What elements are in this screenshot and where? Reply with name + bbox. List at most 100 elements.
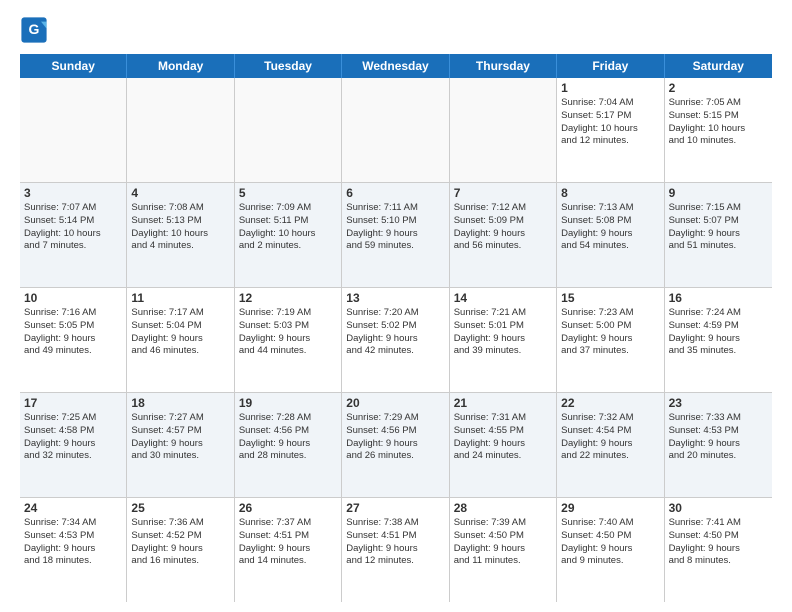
day-cell-19: 19 Sunrise: 7:28 AMSunset: 4:56 PMDayligh… <box>235 393 342 497</box>
cell-info: Sunrise: 7:08 AMSunset: 5:13 PMDaylight:… <box>131 202 229 253</box>
cell-info: Sunrise: 7:09 AMSunset: 5:11 PMDaylight:… <box>239 202 337 253</box>
day-number: 24 <box>24 501 122 515</box>
weekday-header-thursday: Thursday <box>450 54 557 78</box>
day-number: 13 <box>346 291 444 305</box>
day-cell-28: 28 Sunrise: 7:39 AMSunset: 4:50 PMDayligh… <box>450 498 557 602</box>
day-cell-24: 24 Sunrise: 7:34 AMSunset: 4:53 PMDayligh… <box>20 498 127 602</box>
cell-info: Sunrise: 7:31 AMSunset: 4:55 PMDaylight:… <box>454 412 552 463</box>
weekday-header-sunday: Sunday <box>20 54 127 78</box>
cell-info: Sunrise: 7:38 AMSunset: 4:51 PMDaylight:… <box>346 517 444 568</box>
day-cell-11: 11Sunrise: 7:17 AMSunset: 5:04 PMDayligh… <box>127 288 234 392</box>
weekday-header-tuesday: Tuesday <box>235 54 342 78</box>
cell-info: Sunrise: 7:29 AMSunset: 4:56 PMDaylight:… <box>346 412 444 463</box>
day-cell-6: 6Sunrise: 7:11 AMSunset: 5:10 PMDaylight… <box>342 183 449 287</box>
day-number: 1 <box>561 81 659 95</box>
cell-info: Sunrise: 7:34 AMSunset: 4:53 PMDaylight:… <box>24 517 122 568</box>
cell-info: Sunrise: 7:32 AMSunset: 4:54 PMDaylight:… <box>561 412 659 463</box>
day-number: 26 <box>239 501 337 515</box>
cell-info: Sunrise: 7:25 AMSunset: 4:58 PMDaylight:… <box>24 412 122 463</box>
day-number: 17 <box>24 396 122 410</box>
empty-cell <box>127 78 234 182</box>
day-number: 5 <box>239 186 337 200</box>
day-cell-3: 3Sunrise: 7:07 AMSunset: 5:14 PMDaylight… <box>20 183 127 287</box>
day-number: 4 <box>131 186 229 200</box>
weekday-header-wednesday: Wednesday <box>342 54 449 78</box>
day-number: 30 <box>669 501 768 515</box>
day-number: 15 <box>561 291 659 305</box>
logo-icon: G <box>20 16 48 44</box>
header: G <box>20 16 772 44</box>
logo: G <box>20 16 50 44</box>
day-cell-1: 1 Sunrise: 7:04 AMSunset: 5:17 PMDaylight… <box>557 78 664 182</box>
day-number: 18 <box>131 396 229 410</box>
day-cell-4: 4 Sunrise: 7:08 AMSunset: 5:13 PMDaylight… <box>127 183 234 287</box>
weekday-header-monday: Monday <box>127 54 234 78</box>
day-number: 10 <box>24 291 122 305</box>
weekday-header-saturday: Saturday <box>665 54 772 78</box>
day-number: 14 <box>454 291 552 305</box>
cell-info: Sunrise: 7:21 AMSunset: 5:01 PMDaylight:… <box>454 307 552 358</box>
day-number: 21 <box>454 396 552 410</box>
cell-info: Sunrise: 7:13 AMSunset: 5:08 PMDaylight:… <box>561 202 659 253</box>
day-cell-20: 20Sunrise: 7:29 AMSunset: 4:56 PMDayligh… <box>342 393 449 497</box>
day-cell-5: 5 Sunrise: 7:09 AMSunset: 5:11 PMDaylight… <box>235 183 342 287</box>
cell-info: Sunrise: 7:33 AMSunset: 4:53 PMDaylight:… <box>669 412 768 463</box>
cell-info: Sunrise: 7:37 AMSunset: 4:51 PMDaylight:… <box>239 517 337 568</box>
day-cell-8: 8 Sunrise: 7:13 AMSunset: 5:08 PMDaylight… <box>557 183 664 287</box>
cell-info: Sunrise: 7:23 AMSunset: 5:00 PMDaylight:… <box>561 307 659 358</box>
cell-info: Sunrise: 7:15 AMSunset: 5:07 PMDaylight:… <box>669 202 768 253</box>
day-cell-25: 25 Sunrise: 7:36 AMSunset: 4:52 PMDayligh… <box>127 498 234 602</box>
day-number: 16 <box>669 291 768 305</box>
day-cell-27: 27 Sunrise: 7:38 AMSunset: 4:51 PMDayligh… <box>342 498 449 602</box>
day-cell-29: 29 Sunrise: 7:40 AMSunset: 4:50 PMDayligh… <box>557 498 664 602</box>
calendar-row-2: 10 Sunrise: 7:16 AMSunset: 5:05 PMDayligh… <box>20 288 772 393</box>
day-cell-14: 14 Sunrise: 7:21 AMSunset: 5:01 PMDayligh… <box>450 288 557 392</box>
cell-info: Sunrise: 7:11 AMSunset: 5:10 PMDaylight:… <box>346 202 444 253</box>
calendar-row-1: 3Sunrise: 7:07 AMSunset: 5:14 PMDaylight… <box>20 183 772 288</box>
day-cell-7: 7Sunrise: 7:12 AMSunset: 5:09 PMDaylight… <box>450 183 557 287</box>
day-number: 9 <box>669 186 768 200</box>
cell-info: Sunrise: 7:39 AMSunset: 4:50 PMDaylight:… <box>454 517 552 568</box>
day-number: 12 <box>239 291 337 305</box>
day-number: 29 <box>561 501 659 515</box>
day-number: 27 <box>346 501 444 515</box>
day-cell-22: 22 Sunrise: 7:32 AMSunset: 4:54 PMDayligh… <box>557 393 664 497</box>
calendar-row-4: 24 Sunrise: 7:34 AMSunset: 4:53 PMDayligh… <box>20 498 772 602</box>
empty-cell <box>450 78 557 182</box>
day-number: 8 <box>561 186 659 200</box>
cell-info: Sunrise: 7:36 AMSunset: 4:52 PMDaylight:… <box>131 517 229 568</box>
calendar: SundayMondayTuesdayWednesdayThursdayFrid… <box>20 54 772 602</box>
day-number: 22 <box>561 396 659 410</box>
cell-info: Sunrise: 7:24 AMSunset: 4:59 PMDaylight:… <box>669 307 768 358</box>
day-number: 11 <box>131 291 229 305</box>
day-number: 2 <box>669 81 768 95</box>
cell-info: Sunrise: 7:27 AMSunset: 4:57 PMDaylight:… <box>131 412 229 463</box>
cell-info: Sunrise: 7:28 AMSunset: 4:56 PMDaylight:… <box>239 412 337 463</box>
empty-cell <box>20 78 127 182</box>
cell-info: Sunrise: 7:05 AMSunset: 5:15 PMDaylight:… <box>669 97 768 148</box>
day-cell-13: 13Sunrise: 7:20 AMSunset: 5:02 PMDayligh… <box>342 288 449 392</box>
day-number: 19 <box>239 396 337 410</box>
calendar-page: G SundayMondayTuesdayWednesdayThursdayFr… <box>0 0 792 612</box>
day-number: 25 <box>131 501 229 515</box>
cell-info: Sunrise: 7:07 AMSunset: 5:14 PMDaylight:… <box>24 202 122 253</box>
day-number: 28 <box>454 501 552 515</box>
calendar-header: SundayMondayTuesdayWednesdayThursdayFrid… <box>20 54 772 78</box>
day-cell-17: 17 Sunrise: 7:25 AMSunset: 4:58 PMDayligh… <box>20 393 127 497</box>
day-cell-2: 2 Sunrise: 7:05 AMSunset: 5:15 PMDaylight… <box>665 78 772 182</box>
day-cell-26: 26 Sunrise: 7:37 AMSunset: 4:51 PMDayligh… <box>235 498 342 602</box>
cell-info: Sunrise: 7:04 AMSunset: 5:17 PMDaylight:… <box>561 97 659 148</box>
calendar-body: 1 Sunrise: 7:04 AMSunset: 5:17 PMDaylight… <box>20 78 772 602</box>
empty-cell <box>235 78 342 182</box>
svg-text:G: G <box>29 21 40 37</box>
day-cell-9: 9 Sunrise: 7:15 AMSunset: 5:07 PMDaylight… <box>665 183 772 287</box>
calendar-row-0: 1 Sunrise: 7:04 AMSunset: 5:17 PMDaylight… <box>20 78 772 183</box>
cell-info: Sunrise: 7:40 AMSunset: 4:50 PMDaylight:… <box>561 517 659 568</box>
cell-info: Sunrise: 7:41 AMSunset: 4:50 PMDaylight:… <box>669 517 768 568</box>
cell-info: Sunrise: 7:16 AMSunset: 5:05 PMDaylight:… <box>24 307 122 358</box>
day-number: 23 <box>669 396 768 410</box>
day-cell-30: 30 Sunrise: 7:41 AMSunset: 4:50 PMDayligh… <box>665 498 772 602</box>
day-cell-15: 15 Sunrise: 7:23 AMSunset: 5:00 PMDayligh… <box>557 288 664 392</box>
day-cell-23: 23 Sunrise: 7:33 AMSunset: 4:53 PMDayligh… <box>665 393 772 497</box>
cell-info: Sunrise: 7:12 AMSunset: 5:09 PMDaylight:… <box>454 202 552 253</box>
